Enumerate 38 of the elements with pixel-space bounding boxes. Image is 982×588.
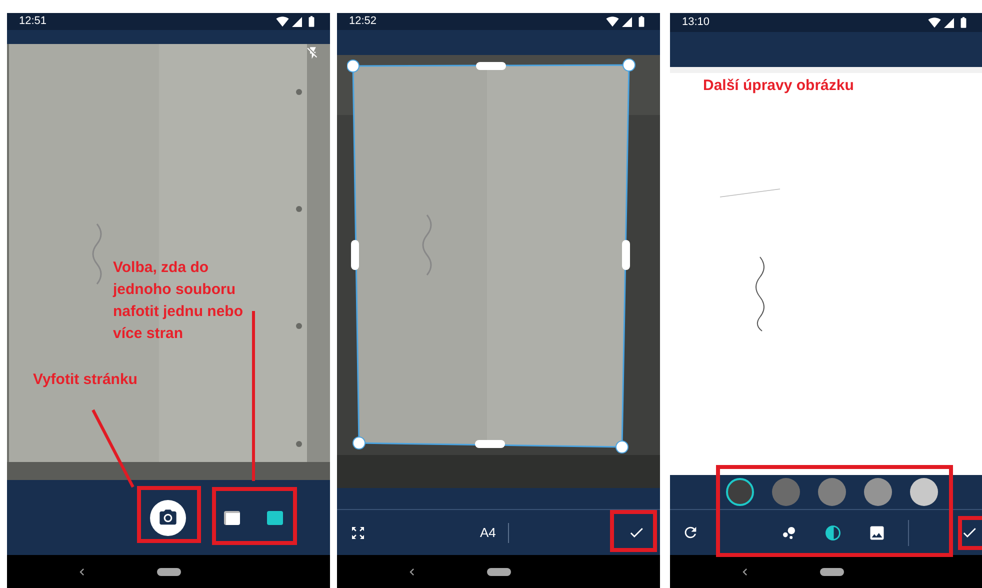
wifi-icon xyxy=(276,15,289,28)
crop-handle[interactable] xyxy=(351,240,359,270)
wifi-icon xyxy=(606,15,619,28)
clock: 12:51 xyxy=(19,14,47,30)
annotation-box xyxy=(610,510,657,552)
camera-icon xyxy=(158,508,178,528)
home-handle[interactable] xyxy=(820,568,844,576)
crop-frame[interactable] xyxy=(347,58,637,456)
filter-swatch[interactable] xyxy=(772,478,800,506)
annotation-text: Vyfotit stránku xyxy=(33,370,138,390)
expand-icon[interactable] xyxy=(350,524,366,540)
rotate-icon[interactable] xyxy=(682,524,699,541)
image-icon[interactable] xyxy=(868,524,886,542)
annotation-box xyxy=(137,486,201,543)
crop-handle[interactable] xyxy=(622,240,630,270)
filter-swatch[interactable] xyxy=(910,478,938,506)
home-handle[interactable] xyxy=(487,568,511,576)
wifi-icon xyxy=(928,16,941,29)
signal-icon xyxy=(621,16,633,28)
single-page-option[interactable] xyxy=(267,510,283,524)
shutter-button[interactable] xyxy=(150,500,186,536)
crop-handle[interactable] xyxy=(475,440,505,448)
home-handle[interactable] xyxy=(157,568,181,576)
annotation-text: Další úpravy obrázku xyxy=(703,76,854,96)
annotation-box xyxy=(958,516,982,550)
filter-swatch[interactable] xyxy=(864,478,892,506)
signal-icon xyxy=(943,16,955,28)
annotation-text: Volba, zda do jednoho souboru nafotit jednu nebo více stran xyxy=(113,258,244,344)
filter-swatch[interactable] xyxy=(726,478,754,506)
clock: 12:52 xyxy=(349,14,377,30)
page-size-label[interactable]: A4 xyxy=(480,522,496,542)
crop-handle[interactable] xyxy=(476,62,506,70)
flash-off-icon[interactable] xyxy=(306,46,320,60)
signal-icon xyxy=(291,16,303,28)
filter-swatch[interactable] xyxy=(818,478,846,506)
multi-page-option[interactable] xyxy=(224,510,240,524)
clock: 13:10 xyxy=(682,15,710,30)
contrast-icon[interactable] xyxy=(824,524,842,542)
